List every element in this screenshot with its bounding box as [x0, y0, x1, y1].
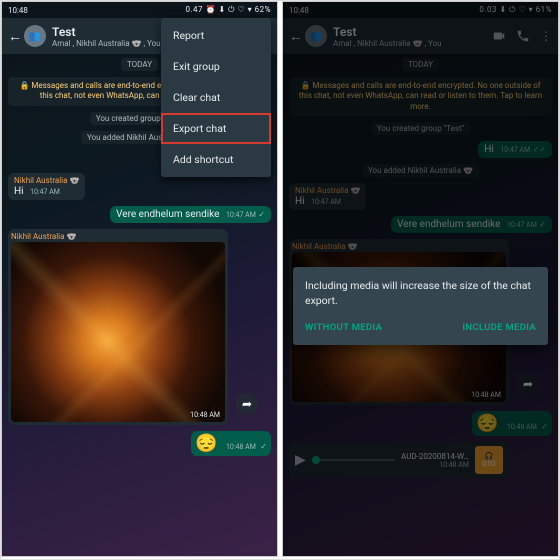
audio-track[interactable]	[312, 459, 395, 461]
message-image[interactable]: Nikhil Australia 🐨 10:48 AM ➦	[8, 229, 228, 425]
read-ticks-icon: ✓✓	[533, 145, 546, 154]
message-text: Hi	[14, 186, 24, 197]
status-bar: 10:48 0.47 ⏰ ⬇ ⏻ ♡ ▾ 62%	[2, 2, 277, 18]
date-chip: TODAY	[121, 58, 158, 71]
message-sender: Nikhil Australia 🐨	[14, 176, 79, 185]
status-bar: 10:48 0.03 ⬇ ⏻ ♡ ▾ 61%	[283, 2, 558, 18]
menu-item-clear-chat[interactable]: Clear chat	[161, 82, 271, 113]
message-out[interactable]: Vere endhelum sendike 10:47 AM ✓	[110, 206, 271, 223]
phone-left: 10:48 0.47 ⏰ ⬇ ⏻ ♡ ▾ 62% ← 👥 Test Amal ,…	[1, 1, 278, 557]
menu-item-add-shortcut[interactable]: Add shortcut	[161, 144, 271, 175]
overflow-menu: Report Exit group Clear chat Export chat…	[161, 18, 271, 177]
audio-filename: AUD-20200814-W…	[401, 452, 469, 461]
phone-right: 10:48 0.03 ⬇ ⏻ ♡ ▾ 61% ← 👥 Test Amal , N…	[282, 1, 559, 557]
system-message: You added Nikhil Australia 🐨	[362, 164, 479, 177]
message-sender: Nikhil Australia 🐨	[295, 186, 360, 195]
back-icon[interactable]: ←	[289, 28, 303, 45]
chat-title: Test	[333, 25, 492, 39]
message-text: Hi	[295, 196, 305, 207]
voice-call-icon[interactable]	[516, 29, 530, 43]
group-avatar[interactable]: 👥	[305, 25, 327, 47]
message-text: Vere endhelum sendike	[397, 219, 500, 230]
message-text: Vere endhelum sendike	[116, 209, 219, 220]
message-out[interactable]: 😔 10:48 AM ✓	[472, 411, 552, 436]
image-content	[11, 242, 225, 422]
message-time: 10:47 AM	[30, 188, 60, 196]
more-icon[interactable]: ⋮	[540, 29, 552, 43]
back-icon[interactable]: ←	[8, 28, 22, 45]
message-time: 10:48 AM	[190, 411, 220, 419]
message-time: 10:48 AM	[439, 461, 469, 469]
message-time: 10:48 AM	[226, 443, 256, 451]
menu-item-report[interactable]: Report	[161, 20, 271, 51]
message-in[interactable]: Nikhil Australia 🐨 Hi 10:47 AM	[8, 173, 85, 200]
message-time: 10:47 AM	[226, 211, 256, 219]
message-text: Hi	[484, 144, 494, 155]
message-emoji: 😔	[195, 433, 217, 454]
message-emoji: 😔	[476, 413, 498, 434]
chat-header: ← 👥 Test Amal , Nikhil Australia 🐨 , You…	[283, 18, 558, 54]
message-sender: Nikhil Australia 🐨	[11, 232, 225, 241]
encryption-notice[interactable]: 🔒 Messages and calls are end-to-end encr…	[289, 77, 552, 116]
audio-duration: 0:02	[482, 460, 496, 468]
message-in[interactable]: Nikhil Australia 🐨 Hi 10:47 AM	[289, 183, 366, 210]
sent-tick-icon: ✓	[539, 220, 546, 229]
message-sender: Nikhil Australia 🐨	[292, 242, 506, 251]
video-call-icon[interactable]	[492, 29, 506, 43]
date-chip: TODAY	[402, 58, 439, 71]
header-actions: ⋮	[492, 29, 552, 43]
chat-subtitle: Amal , Nikhil Australia 🐨 , You	[333, 39, 492, 48]
message-time: 10:47 AM	[311, 198, 341, 206]
system-message: You created group "Test"	[371, 122, 470, 135]
sent-tick-icon: ✓	[258, 210, 265, 219]
sent-tick-icon: ✓	[260, 442, 267, 451]
dialog-message: Including media will increase the size o…	[305, 279, 536, 308]
group-avatar[interactable]: 👥	[24, 25, 46, 47]
clock: 10:48	[289, 6, 309, 15]
play-icon[interactable]: ▶	[295, 452, 306, 468]
status-icons: 0.47 ⏰ ⬇ ⏻ ♡ ▾ 62%	[185, 5, 271, 15]
message-time: 10:48 AM	[471, 391, 501, 399]
menu-item-export-chat[interactable]: Export chat	[161, 113, 271, 144]
menu-item-exit-group[interactable]: Exit group	[161, 51, 271, 82]
message-out[interactable]: 😔 10:48 AM ✓	[191, 431, 271, 456]
headphones-icon: 🎧 0:02	[475, 446, 503, 474]
message-out[interactable]: Vere endhelum sendike 10:47 AM ✓	[391, 216, 552, 233]
message-out[interactable]: Hi 10:47 AM ✓✓	[478, 141, 552, 158]
without-media-button[interactable]: WITHOUT MEDIA	[305, 322, 382, 333]
forward-icon[interactable]: ➦	[236, 393, 258, 415]
message-time: 10:48 AM	[507, 423, 537, 431]
message-audio[interactable]: ▶ AUD-20200814-W… 10:48 AM 🎧 0:02	[289, 442, 509, 478]
chat-title-block[interactable]: Test Amal , Nikhil Australia 🐨 , You	[333, 25, 492, 48]
message-time: 10:47 AM	[500, 146, 530, 154]
message-time: 10:47 AM	[507, 221, 537, 229]
sent-tick-icon: ✓	[541, 422, 548, 431]
status-icons: 0.03 ⬇ ⏻ ♡ ▾ 61%	[479, 5, 552, 15]
clock: 10:48	[8, 6, 28, 15]
export-dialog: Including media will increase the size o…	[293, 267, 548, 345]
include-media-button[interactable]: INCLUDE MEDIA	[462, 322, 536, 333]
forward-icon[interactable]: ➦	[517, 373, 539, 395]
